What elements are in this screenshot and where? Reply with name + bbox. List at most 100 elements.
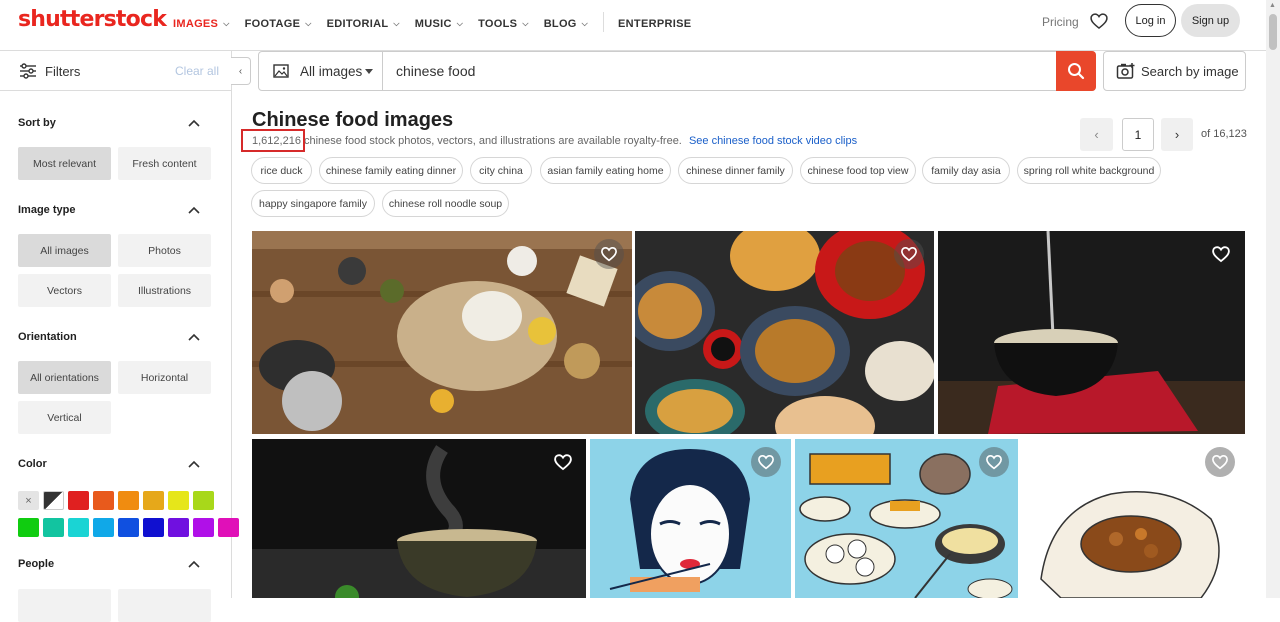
chevron-up-icon[interactable]: [188, 333, 200, 341]
heart-icon: [758, 455, 774, 470]
search-by-image-label: Search by image: [1141, 64, 1239, 79]
chevron-up-icon[interactable]: [188, 460, 200, 468]
color-swatch[interactable]: [93, 518, 114, 537]
chevron-up-icon[interactable]: [188, 206, 200, 214]
search-icon: [1068, 63, 1085, 80]
orientation-all[interactable]: All orientations: [18, 361, 111, 394]
color-swatch[interactable]: [43, 518, 64, 537]
pricing-link[interactable]: Pricing: [1042, 15, 1079, 29]
image-result[interactable]: [252, 231, 632, 434]
tea-spices-image: [252, 231, 632, 434]
image-result[interactable]: [938, 231, 1245, 434]
nav-music[interactable]: MUSIC ⌵: [415, 16, 463, 32]
color-swatch[interactable]: [68, 518, 89, 537]
tag-chip[interactable]: city china: [470, 157, 532, 184]
nav-images[interactable]: IMAGES ⌵: [173, 16, 230, 32]
people-option[interactable]: [18, 589, 111, 622]
nav-enterprise[interactable]: ENTERPRISE: [618, 16, 691, 32]
image-icon: [273, 64, 289, 78]
nav-tools[interactable]: TOOLS ⌵: [478, 16, 529, 32]
chevron-up-icon[interactable]: [188, 560, 200, 568]
tag-chip[interactable]: rice duck: [251, 157, 312, 184]
color-swatch[interactable]: [168, 518, 189, 537]
chevron-up-icon[interactable]: [188, 119, 200, 127]
color-swatch[interactable]: [93, 491, 114, 510]
image-result[interactable]: [252, 439, 586, 598]
page-total: of 16,123: [1201, 128, 1247, 140]
login-button[interactable]: Log in: [1125, 4, 1176, 37]
favorite-button[interactable]: [1205, 447, 1235, 477]
sort-fresh-content[interactable]: Fresh content: [118, 147, 211, 180]
type-photos[interactable]: Photos: [118, 234, 211, 267]
people-option[interactable]: [118, 589, 211, 622]
shutterstock-logo[interactable]: shutterstock: [18, 7, 167, 32]
image-result[interactable]: [1021, 439, 1245, 598]
prev-page-button[interactable]: ‹: [1080, 118, 1113, 151]
color-clear-swatch[interactable]: ×: [18, 491, 39, 510]
next-page-button[interactable]: ›: [1161, 118, 1193, 151]
color-title: Color: [18, 458, 47, 470]
color-swatch[interactable]: [168, 491, 189, 510]
tag-chip[interactable]: spring roll white background: [1017, 157, 1161, 184]
heart-icon[interactable]: [1089, 11, 1109, 31]
video-clips-link[interactable]: See chinese food stock video clips: [689, 135, 857, 147]
favorite-button[interactable]: [1206, 239, 1236, 269]
color-swatch[interactable]: [68, 491, 89, 510]
type-all-images[interactable]: All images: [18, 234, 111, 267]
image-result[interactable]: [590, 439, 791, 598]
signup-button[interactable]: Sign up: [1181, 4, 1240, 37]
search-input[interactable]: [396, 58, 1046, 84]
tag-chip[interactable]: asian family eating home: [540, 157, 671, 184]
chevron-down-icon: ⌵: [456, 19, 464, 28]
heart-icon: [901, 247, 917, 262]
clear-all-link[interactable]: Clear all: [175, 64, 219, 78]
heart-icon: [601, 247, 617, 262]
orientation-vertical[interactable]: Vertical: [18, 401, 111, 434]
type-illustrations[interactable]: Illustrations: [118, 274, 211, 307]
favorite-button[interactable]: [894, 239, 924, 269]
nav-editorial[interactable]: EDITORIAL ⌵: [327, 16, 400, 32]
color-swatch[interactable]: [218, 518, 239, 537]
heart-icon: [554, 454, 572, 471]
image-type-dropdown[interactable]: All images: [259, 52, 383, 90]
image-result[interactable]: [635, 231, 934, 434]
color-swatch[interactable]: [193, 491, 214, 510]
favorite-button[interactable]: [548, 447, 578, 477]
orientation-horizontal[interactable]: Horizontal: [118, 361, 211, 394]
collapse-sidebar-button[interactable]: ‹: [231, 57, 251, 85]
tag-chip[interactable]: family day asia: [922, 157, 1010, 184]
color-swatch[interactable]: [18, 518, 39, 537]
tag-chip[interactable]: chinese dinner family: [678, 157, 793, 184]
color-swatch[interactable]: [143, 491, 164, 510]
search-by-image-button[interactable]: Search by image: [1103, 51, 1246, 91]
nav-footage[interactable]: FOOTAGE ⌵: [245, 16, 312, 32]
steaming-soup-image: [252, 439, 586, 598]
search-button[interactable]: [1056, 51, 1096, 91]
color-swatch-bw[interactable]: [43, 491, 64, 510]
scroll-up-icon[interactable]: ▲: [1269, 2, 1276, 9]
sidebar-divider: [231, 50, 232, 598]
people-title: People: [18, 558, 55, 570]
tag-chip[interactable]: chinese roll noodle soup: [382, 190, 509, 217]
scrollbar-thumb[interactable]: [1269, 14, 1277, 50]
tag-chip[interactable]: happy singapore family: [251, 190, 375, 217]
color-swatch[interactable]: [118, 518, 139, 537]
nav-blog[interactable]: BLOG ⌵: [544, 16, 588, 32]
color-swatch[interactable]: [193, 518, 214, 537]
camera-search-icon: [1116, 63, 1135, 79]
color-swatch[interactable]: [143, 518, 164, 537]
image-result[interactable]: [795, 439, 1018, 598]
color-swatch[interactable]: [118, 491, 139, 510]
nav-divider: [603, 12, 605, 32]
favorite-button[interactable]: [979, 447, 1009, 477]
tag-chip[interactable]: chinese family eating dinner: [319, 157, 463, 184]
image-type-label: All images: [300, 64, 363, 79]
type-vectors[interactable]: Vectors: [18, 274, 111, 307]
filters-label: Filters: [45, 64, 81, 79]
tag-chip[interactable]: chinese food top view: [800, 157, 916, 184]
page-scrollbar[interactable]: ▲: [1266, 0, 1280, 598]
favorite-button[interactable]: [594, 239, 624, 269]
sort-most-relevant[interactable]: Most relevant: [18, 147, 111, 180]
page-number-input[interactable]: 1: [1122, 118, 1154, 151]
favorite-button[interactable]: [751, 447, 781, 477]
